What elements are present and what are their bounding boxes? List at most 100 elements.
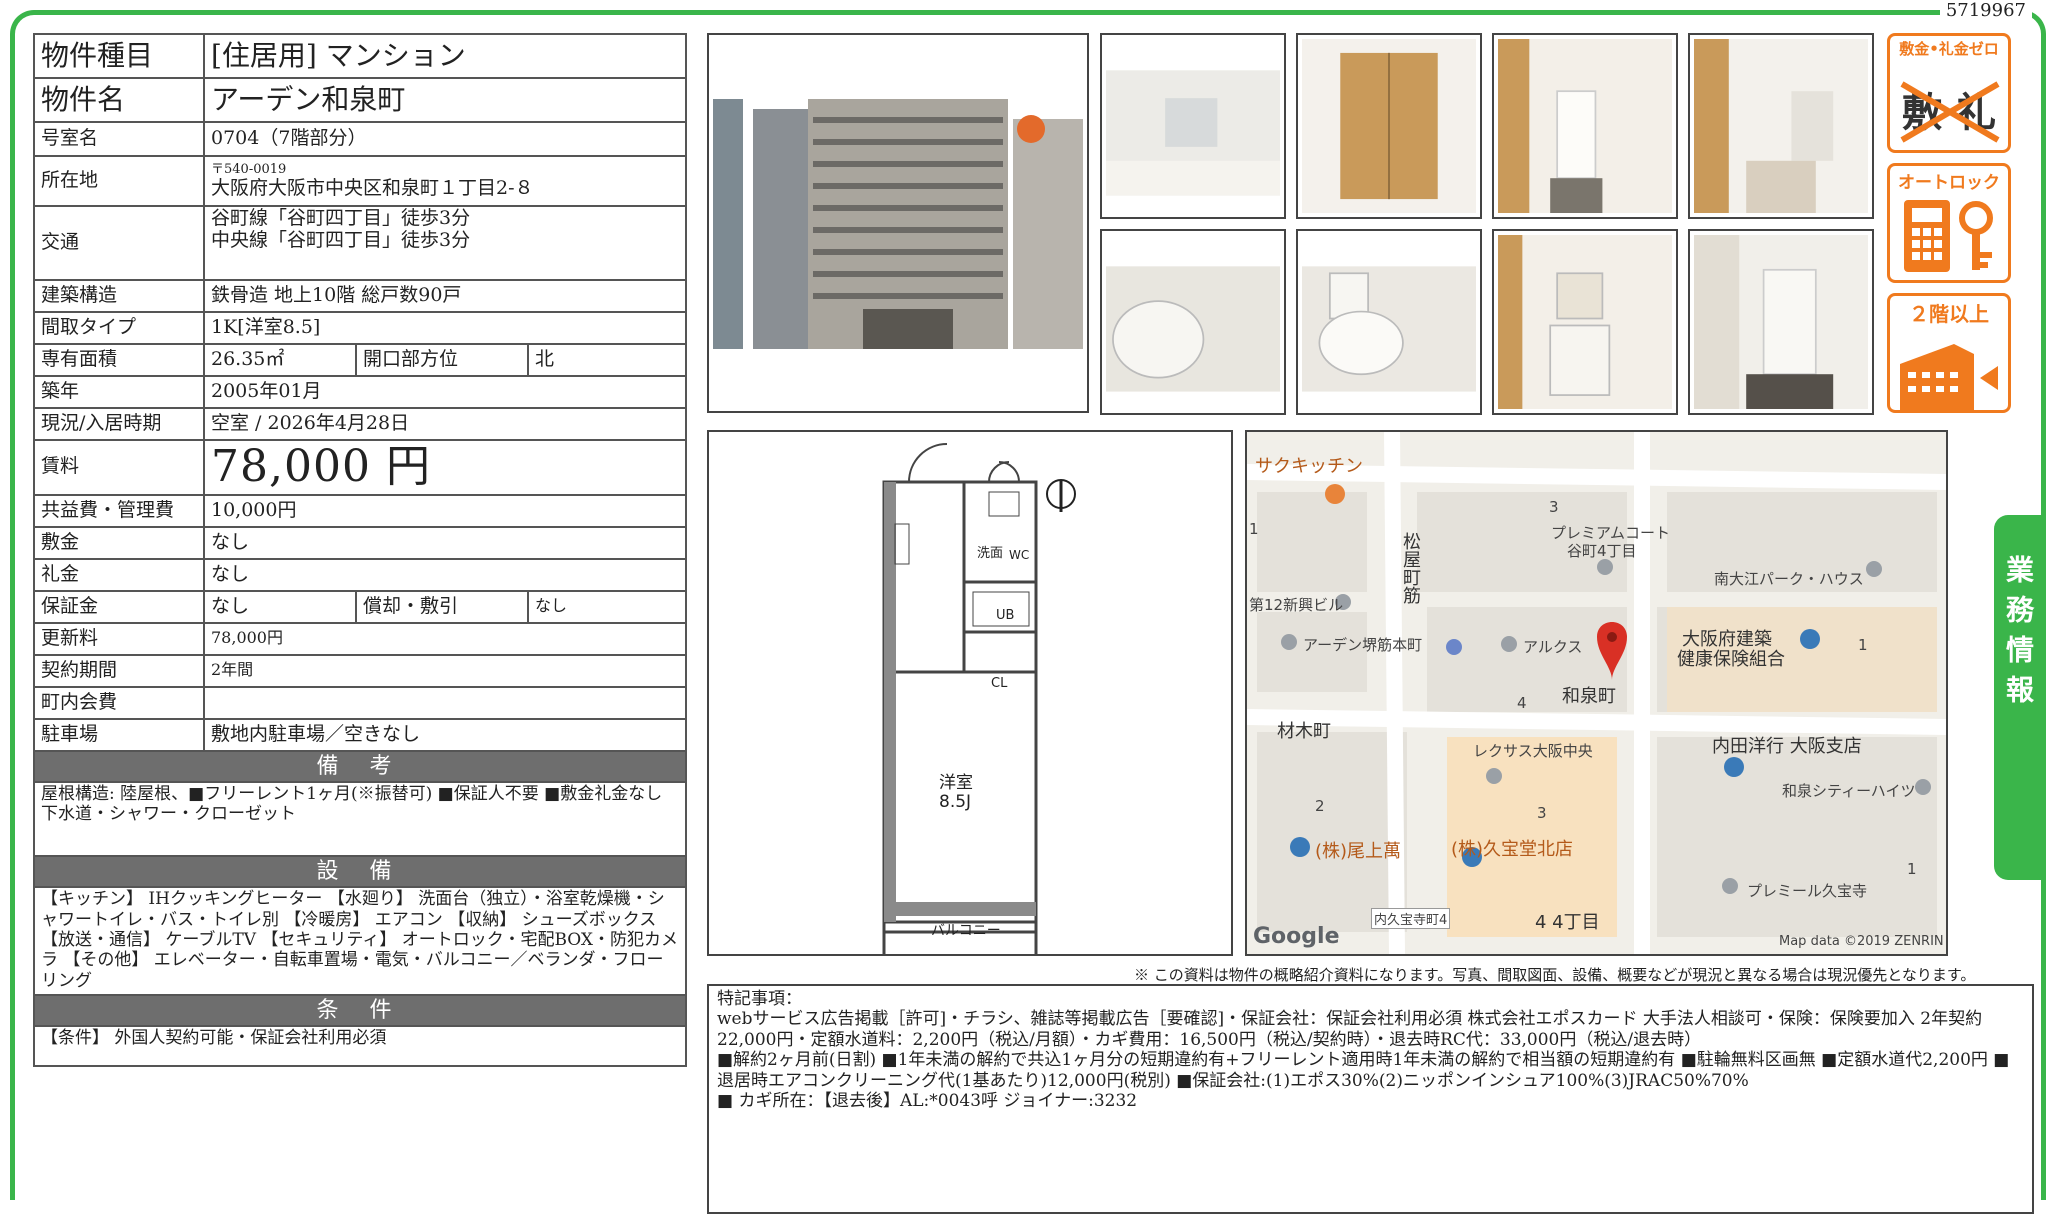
value-deposit: なし	[202, 525, 688, 560]
interior-photo-washstand[interactable]	[1492, 229, 1678, 415]
label-type: 物件種目	[33, 33, 205, 79]
setsubi-text: 【キッチン】 IHクッキングヒーター 【水廻り】 洗面台（独立）・浴室乾燥機・シ…	[32, 886, 688, 997]
label-parking: 駐車場	[33, 717, 205, 752]
map-label-izumi: 和泉町	[1562, 686, 1616, 707]
washstand-image	[1498, 235, 1672, 409]
value-amortization: なし	[526, 589, 688, 624]
google-logo: Google	[1253, 924, 1340, 949]
remarks-line-1: webサービス広告掲載［許可]・チラシ、雑誌等掲載広告［要確認]・保証会社：保証…	[717, 1009, 1988, 1050]
section-bikou: 備 考	[32, 749, 688, 783]
map-label-uchida: 内田洋行 大阪支店	[1712, 736, 1862, 757]
floor-plan-balcony-label: バルコニー	[931, 923, 1001, 939]
label-room: 号室名	[33, 121, 205, 157]
value-keymoney: なし	[202, 557, 688, 592]
value-room: 0704（7階部分）	[202, 121, 688, 157]
building-image	[713, 39, 1083, 407]
section-setsubi: 設 備	[32, 854, 688, 889]
map-label-izumicity: 和泉シティーハイツ	[1782, 782, 1916, 800]
map-label-premium2: 谷町4丁目	[1567, 542, 1637, 560]
map-label-kenpo2: 健康保険組合	[1677, 649, 1785, 670]
interior-photo-washroom[interactable]	[1688, 229, 1874, 415]
toilet-image	[1302, 235, 1476, 409]
building-arrow-icon	[1900, 344, 1998, 410]
building-exterior-photo[interactable]	[707, 33, 1089, 413]
label-direction: 開口部方位	[355, 343, 529, 377]
value-direction: 北	[526, 343, 688, 377]
floor-plan-wash-label: 洗面	[977, 546, 1004, 561]
label-deposit: 敷金	[33, 525, 205, 560]
value-transit: 谷町線「谷町四丁目」徒歩3分 中央線「谷町四丁目」徒歩3分	[202, 205, 688, 281]
value-structure: 鉄骨造 地上10階 総戸数90戸	[202, 279, 688, 313]
property-spec-table: 物件種目 [住居用] マンション 物件名 アーデン和泉町 号室名 0704（7階部分）…	[32, 33, 688, 1068]
location-map[interactable]: サクキッチン プレミアムコート 谷町4丁目 松屋町筋 南大江パーク・ハウス 第1…	[1245, 430, 1948, 956]
label-rent: 賃料	[33, 439, 205, 496]
business-info-label: 業務情報	[2002, 555, 2035, 715]
interior-photo-entrance[interactable]	[1688, 33, 1874, 219]
map-block-1: 3	[1549, 498, 1559, 516]
room-image	[1106, 39, 1280, 213]
value-layout: 1K[洋室8.5]	[202, 311, 688, 345]
cross-icon	[1900, 81, 2000, 143]
map-label-zaimoku: 材木町	[1277, 721, 1331, 742]
hall-image	[1498, 39, 1672, 213]
map-block-5: 3	[1537, 804, 1547, 822]
label-structure: 建築構造	[33, 279, 205, 313]
value-parking: 敷地内駐車場／空きなし	[202, 717, 688, 752]
value-renewal: 78,000円	[202, 621, 688, 656]
interior-photo-bath[interactable]	[1100, 229, 1286, 415]
address-text: 大阪府大阪市中央区和泉町１丁目2-８	[211, 176, 534, 199]
value-fee: 10,000円	[202, 493, 688, 528]
postal-code: 〒540-0019	[211, 161, 287, 177]
interior-photo-room[interactable]	[1100, 33, 1286, 219]
bikou-text: 屋根構造: 陸屋根、■フリーレント1ヶ月(※振替可) ■保証人不要 ■敷金礼金な…	[32, 780, 688, 857]
label-status: 現況/入居時期	[33, 407, 205, 441]
label-guarantee: 保証金	[33, 589, 205, 624]
jouken-text: 【条件】 外国人契約可能・保証会社利用必須	[32, 1025, 688, 1068]
keypad-key-icon	[1904, 200, 1993, 272]
value-status: 空室 / 2026年4月28日	[202, 407, 688, 441]
label-area: 専有面積	[33, 343, 205, 377]
floor-plan-cl-label: CL	[991, 676, 1008, 691]
value-type: [住居用] マンション	[202, 33, 688, 79]
bath-image	[1106, 235, 1280, 409]
section-jouken: 条 件	[32, 994, 688, 1028]
value-contract: 2年間	[202, 653, 688, 688]
map-label-kyuhodo: (株)久宝堂北店	[1451, 839, 1574, 860]
transit-line-2: 中央線「谷町四丁目」徒歩3分	[211, 228, 471, 251]
business-info-tab[interactable]: 業務情報	[1994, 515, 2042, 880]
label-transit: 交通	[33, 205, 205, 281]
value-community	[202, 685, 688, 720]
interior-photo-toilet[interactable]	[1296, 229, 1482, 415]
badge-autolock: オートロック	[1887, 163, 2011, 283]
label-keymoney: 礼金	[33, 557, 205, 592]
disclaimer-note: ※ この資料は物件の概略紹介資料になります。写真、間取図面、設備、概要などが現況…	[1134, 966, 1976, 984]
closet-image	[1302, 39, 1476, 213]
map-copyright: Map data ©2019 ZENRIN	[1779, 934, 1944, 949]
label-layout: 間取タイプ	[33, 311, 205, 345]
value-address: 〒540-0019 大阪府大阪市中央区和泉町１丁目2-８	[202, 155, 688, 207]
map-block-2: 1	[1249, 520, 1259, 538]
interior-photo-hall[interactable]	[1492, 33, 1678, 219]
map-label-premier: プレミール久宝寺	[1747, 882, 1868, 900]
label-amortization: 償却・敷引	[355, 589, 529, 624]
map-label-aruku: アルクス	[1523, 638, 1583, 656]
value-rent: 78,000 円	[202, 439, 688, 496]
label-renewal: 更新料	[33, 621, 205, 656]
floor-plan-ub-label: UB	[996, 608, 1015, 623]
label-address: 所在地	[33, 155, 205, 207]
remarks-line-2: ■解約2ヶ月前(日割) ■1年未満の解約で共込1ヶ月分の短期違約有+フリーレント…	[717, 1050, 2010, 1091]
floor-plan[interactable]: 洗面 WC UB CL 洋室 8.5J バルコニー	[707, 430, 1233, 956]
remarks-box: 特記事項： webサービス広告掲載［許可]・チラシ、雑誌等掲載広告［要確認]・保…	[707, 984, 2034, 1214]
value-built: 2005年01月	[202, 375, 688, 409]
remarks-line-3: ■ カギ所在：【退去後】AL:*0043呼 ジョイナー:3232	[717, 1090, 1138, 1111]
washroom-image	[1694, 235, 1868, 409]
label-name: 物件名	[33, 77, 205, 123]
document-id: 5719967	[1939, 0, 2032, 21]
interior-photo-closet[interactable]	[1296, 33, 1482, 219]
map-label-rexus: レクサス大阪中央	[1473, 742, 1593, 760]
label-community: 町内会費	[33, 685, 205, 720]
badge-second-floor: ２階以上	[1887, 293, 2011, 413]
map-label-minami: 南大江パーク・ハウス	[1714, 570, 1864, 588]
floor-plan-wc-label: WC	[1009, 548, 1030, 562]
entrance-image	[1694, 39, 1868, 213]
